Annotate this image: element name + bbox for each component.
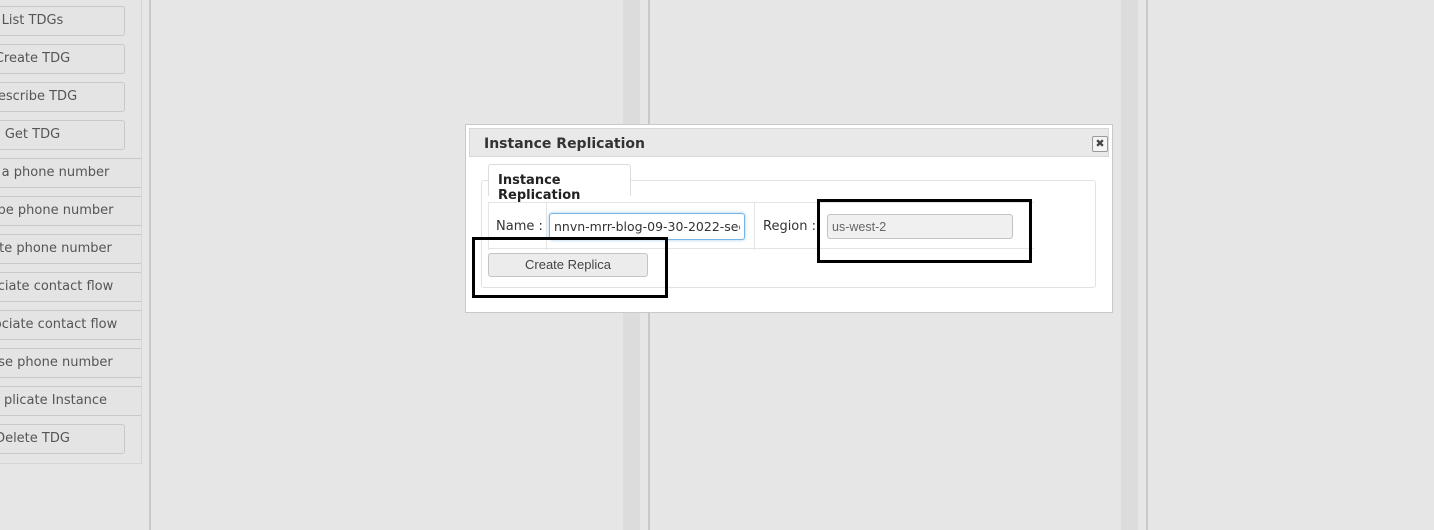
- column-divider: [1146, 0, 1148, 530]
- describe-tdg-button[interactable]: Describe TDG: [0, 82, 125, 112]
- claim-phone-number-button[interactable]: a phone number: [0, 158, 141, 188]
- cell-divider: [754, 203, 755, 250]
- column-divider: [149, 0, 151, 530]
- tab-instance-replication[interactable]: Instance Replication: [488, 164, 631, 203]
- name-input[interactable]: [549, 213, 745, 240]
- replicate-instance-button[interactable]: plicate Instance: [0, 386, 141, 416]
- delete-tdg-button[interactable]: Delete TDG: [0, 424, 125, 454]
- close-icon[interactable]: ✖: [1092, 136, 1108, 152]
- associate-contact-flow-button[interactable]: ciate contact flow: [0, 272, 141, 302]
- update-phone-number-button[interactable]: te phone number: [0, 234, 141, 264]
- dialog-title: Instance Replication: [484, 136, 645, 152]
- create-tdg-button[interactable]: Create TDG: [0, 44, 125, 74]
- sidebar: List TDGs Create TDG Describe TDG Get TD…: [0, 0, 142, 464]
- tab-label: Instance Replication: [498, 173, 581, 203]
- region-highlight-box: [817, 199, 1032, 263]
- name-label: Name :: [496, 219, 543, 234]
- dialog-titlebar[interactable]: Instance Replication ✖: [469, 128, 1109, 157]
- disassociate-contact-flow-button[interactable]: ociate contact flow: [0, 310, 141, 340]
- list-tdgs-button[interactable]: List TDGs: [0, 6, 125, 36]
- region-label: Region :: [763, 219, 817, 234]
- describe-phone-number-button[interactable]: be phone number: [0, 196, 141, 226]
- release-phone-number-button[interactable]: se phone number: [0, 348, 141, 378]
- scrollbar-track[interactable]: [1121, 0, 1138, 530]
- get-tdg-button[interactable]: Get TDG: [0, 120, 125, 150]
- create-replica-highlight-box: [472, 237, 668, 298]
